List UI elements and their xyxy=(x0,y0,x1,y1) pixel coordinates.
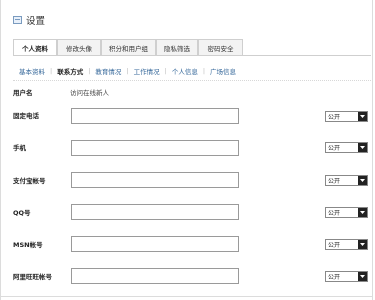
subnav-separator: | xyxy=(88,67,91,75)
subnav-separator: | xyxy=(202,67,206,75)
tab-password-security[interactable]: 密码安全 xyxy=(198,39,243,55)
settings-page-icon xyxy=(13,16,22,24)
subnav-contact[interactable]: 联系方式 xyxy=(57,66,83,76)
msn-input[interactable] xyxy=(71,236,239,252)
frame-bottom-border xyxy=(0,296,373,297)
subnav-plaza-info[interactable]: 广场信息 xyxy=(210,66,236,76)
landline-input[interactable] xyxy=(71,108,239,124)
privacy-value: 公开 xyxy=(328,178,341,185)
privacy-value: 公开 xyxy=(328,242,341,249)
aliwangwang-privacy-select[interactable]: 公开 xyxy=(325,271,368,282)
alipay-label: 支付宝帐号 xyxy=(13,177,46,185)
subnav-divider xyxy=(13,80,371,81)
privacy-value: 公开 xyxy=(328,210,341,217)
subnav-separator: | xyxy=(164,67,167,75)
frame-left-border xyxy=(0,0,1,300)
alipay-privacy-select[interactable]: 公开 xyxy=(325,175,368,186)
privacy-value: 公开 xyxy=(328,145,341,152)
chevron-down-icon xyxy=(358,240,367,249)
qq-privacy-select[interactable]: 公开 xyxy=(325,207,368,218)
subnav-education[interactable]: 教育情况 xyxy=(95,66,121,76)
landline-privacy-select[interactable]: 公开 xyxy=(325,111,368,122)
aliwangwang-label: 阿里旺旺帐号 xyxy=(13,273,52,281)
profile-subnav: 基本资料 | 联系方式 | 教育情况 | 工作情况 | 个人信息 | 广场信息 xyxy=(19,66,236,76)
page-header: 设置 xyxy=(13,14,46,27)
alipay-input[interactable] xyxy=(71,172,239,188)
username-label: 用户名 xyxy=(13,89,33,97)
subnav-work[interactable]: 工作情况 xyxy=(134,66,160,76)
mobile-input[interactable] xyxy=(71,140,239,156)
username-value: 访问在线新人 xyxy=(70,89,109,97)
tab-profile[interactable]: 个人资料 xyxy=(13,39,57,56)
privacy-value: 公开 xyxy=(328,274,341,281)
qq-label: QQ号 xyxy=(13,209,31,217)
subnav-separator: | xyxy=(50,67,53,75)
mobile-privacy-select[interactable]: 公开 xyxy=(325,142,368,153)
landline-label: 固定电话 xyxy=(13,112,39,120)
chevron-down-icon xyxy=(358,272,367,281)
privacy-value: 公开 xyxy=(328,114,341,121)
qq-input[interactable] xyxy=(71,204,239,220)
page-title: 设置 xyxy=(26,16,46,27)
tab-bar-baseline xyxy=(13,55,371,56)
subnav-separator: | xyxy=(126,67,129,75)
mobile-label: 手机 xyxy=(13,144,26,152)
msn-label: MSN帐号 xyxy=(13,241,43,249)
msn-privacy-select[interactable]: 公开 xyxy=(325,239,368,250)
frame-right-border xyxy=(372,0,373,300)
subnav-personal-info[interactable]: 个人信息 xyxy=(172,66,198,76)
chevron-down-icon xyxy=(358,143,367,152)
chevron-down-icon xyxy=(358,176,367,185)
tab-points-usergroup[interactable]: 积分和用户组 xyxy=(101,39,156,55)
chevron-down-icon xyxy=(358,208,367,217)
subnav-basic-info[interactable]: 基本资料 xyxy=(19,66,45,76)
tab-avatar[interactable]: 修改头像 xyxy=(57,39,101,55)
aliwangwang-input[interactable] xyxy=(71,268,239,284)
tab-privacy[interactable]: 隐私筛选 xyxy=(156,39,198,55)
chevron-down-icon xyxy=(358,112,367,121)
